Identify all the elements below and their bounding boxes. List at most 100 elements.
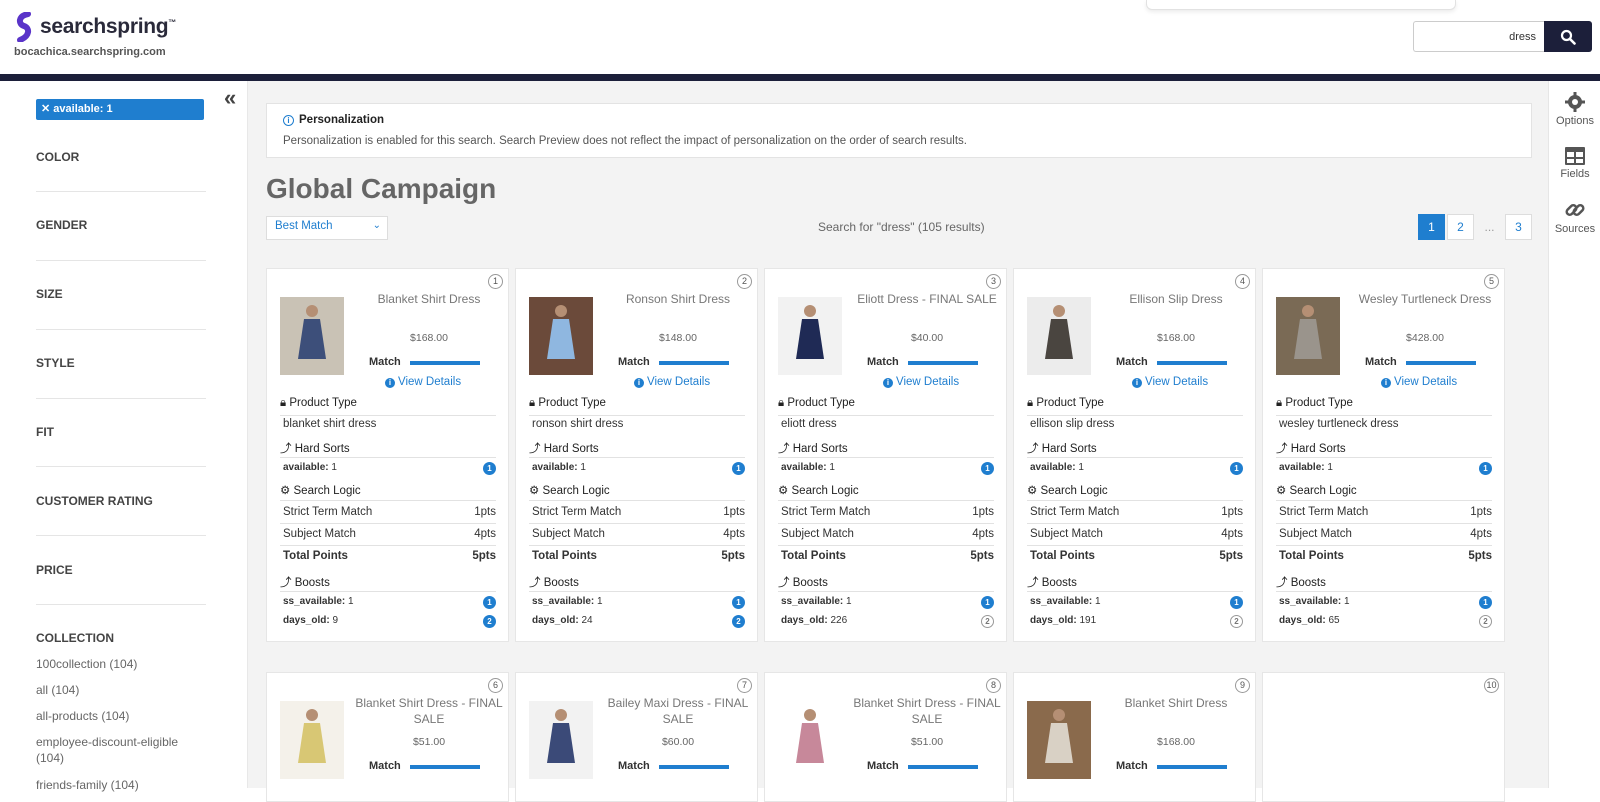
view-details-link[interactable]: i View Details [1381,376,1457,388]
subject-match-row-label: Subject Match [532,528,605,540]
product-name[interactable]: Eliott Dress - FINAL SALE [853,291,1001,307]
view-details-label: View Details [896,376,960,388]
strict-term-row-label: Strict Term Match [781,506,871,518]
rank-badge: 2 [737,274,752,289]
info-icon: i [283,115,294,126]
facet-option[interactable]: all (104) [36,682,206,698]
product-card: 3 Eliott Dress - FINAL SALE $40.00 Match i Vi… [764,268,1007,642]
sort-arrow-icon: ⤴ [1276,577,1291,589]
facet-option[interactable]: all-products (104) [36,708,206,724]
divider [778,500,994,501]
product-name[interactable]: Ellison Slip Dress [1102,291,1250,307]
brand-logo[interactable]: searchspring™ [14,12,176,42]
product-name[interactable]: Blanket Shirt Dress - FINAL SALE [853,695,1001,727]
strict-term-row-value: 1pts [972,506,994,518]
lock-icon: 🔒︎ [280,397,290,409]
sort-arrow-icon: ⤴ [1027,577,1042,589]
product-name[interactable]: Blanket Shirt Dress [1102,695,1250,711]
product-card: 2 Ronson Shirt Dress $148.00 Match i View Det… [515,268,758,642]
facet-option[interactable]: 100collection (104) [36,656,206,672]
match-label: Match [867,356,899,368]
boost-row-key: ss_available: [532,596,595,607]
product-image[interactable] [1027,297,1091,375]
match-bar [410,361,480,365]
product-name[interactable]: Bailey Maxi Dress - FINAL SALE [604,695,752,727]
search-button[interactable] [1544,21,1592,52]
product-name[interactable]: Wesley Turtleneck Dress [1351,291,1499,307]
lock-icon: 🔒︎ [529,397,539,409]
hard-sort-row-key: available: [1279,462,1325,473]
divider [1276,523,1492,524]
results-summary: Search for "dress" (105 results) [818,220,985,234]
strict-term-row: Strict Term Match 1pts [532,506,745,518]
facet-option[interactable]: employee-discount-eligible (104) [36,734,206,766]
hard-sort-row-key: available: [781,462,827,473]
count-badge: 1 [483,462,496,475]
search-input[interactable] [1413,21,1544,52]
product-image[interactable] [778,701,842,779]
sort-arrow-icon: ⤴ [1276,443,1291,455]
search-logic-heading: ⚙ Search Logic [1027,483,1108,497]
facet-collection[interactable]: COLLECTION [36,631,206,645]
view-details-link[interactable]: i View Details [883,376,959,388]
page-button[interactable]: 2 [1447,214,1474,240]
product-image[interactable] [778,297,842,375]
active-filter-chip[interactable]: ✕ available: 1 [36,99,204,120]
divider [1027,457,1243,458]
count-badge: 2 [981,615,994,628]
product-name[interactable]: Blanket Shirt Dress [355,291,503,307]
view-details-link[interactable]: i View Details [385,376,461,388]
product-image[interactable] [1276,297,1340,375]
product-image[interactable] [529,297,593,375]
search-logic-heading: ⚙ Search Logic [529,483,610,497]
hard-sort-row-value: 1 [1327,462,1333,473]
sort-arrow-icon: ⤴ [778,577,793,589]
product-image[interactable] [280,297,344,375]
facet-gender[interactable]: GENDER [36,218,206,232]
product-type-value: ronson shirt dress [532,418,624,430]
total-points-row: Total Points 5pts [532,550,745,562]
product-image[interactable] [529,701,593,779]
info-icon: i [883,378,893,388]
page-button[interactable]: 1 [1418,214,1445,240]
fields-button[interactable]: Fields [1549,146,1600,180]
sort-select[interactable]: Best Match ⌄ [266,216,388,240]
view-details-link[interactable]: i View Details [634,376,710,388]
page-button[interactable]: 3 [1505,214,1532,240]
count-badge: 1 [732,596,745,609]
notice-title: i Personalization [283,114,384,126]
collapse-sidebar-icon[interactable]: « [224,87,236,109]
product-name[interactable]: Ronson Shirt Dress [604,291,752,307]
strict-term-row-value: 1pts [474,506,496,518]
boosts-heading: ⤴ Boosts [529,574,579,590]
facet-fit[interactable]: FIT [36,425,206,439]
sort-arrow-icon: ⤴ [529,577,544,589]
close-icon[interactable]: ✕ [41,103,50,115]
view-details-link[interactable]: i View Details [1132,376,1208,388]
boost-row-key: days_old: [283,615,330,626]
strict-term-row-label: Strict Term Match [1279,506,1369,518]
options-button[interactable]: Options [1549,91,1600,127]
product-image[interactable] [280,701,344,779]
facet-customer-rating[interactable]: CUSTOMER RATING [36,494,206,508]
rank-badge: 6 [488,678,503,693]
boost-row: days_old: 65 2 [1279,615,1492,628]
product-type-heading: 🔒︎ Product Type [778,397,855,410]
total-points-row: Total Points 5pts [283,550,496,562]
facet-price[interactable]: PRICE [36,563,206,577]
facet-color[interactable]: COLOR [36,150,206,164]
facet-option[interactable]: friends-family (104) [36,777,206,793]
match-bar [659,361,729,365]
hard-sorts-heading: ⤴ Hard Sorts [529,440,599,456]
facet-size[interactable]: SIZE [36,287,206,301]
product-name[interactable]: Blanket Shirt Dress - FINAL SALE [355,695,503,727]
facet-style[interactable]: STYLE [36,356,206,370]
divider [529,523,745,524]
product-type-heading-label: Product Type [787,397,855,409]
search-logic-heading-label: Search Logic [293,485,361,497]
boost-row-value: 24 [581,615,593,626]
sources-button[interactable]: Sources [1549,199,1600,235]
total-points-row: Total Points 5pts [781,550,994,562]
active-filter-label: available: 1 [53,103,113,115]
product-image[interactable] [1027,701,1091,779]
